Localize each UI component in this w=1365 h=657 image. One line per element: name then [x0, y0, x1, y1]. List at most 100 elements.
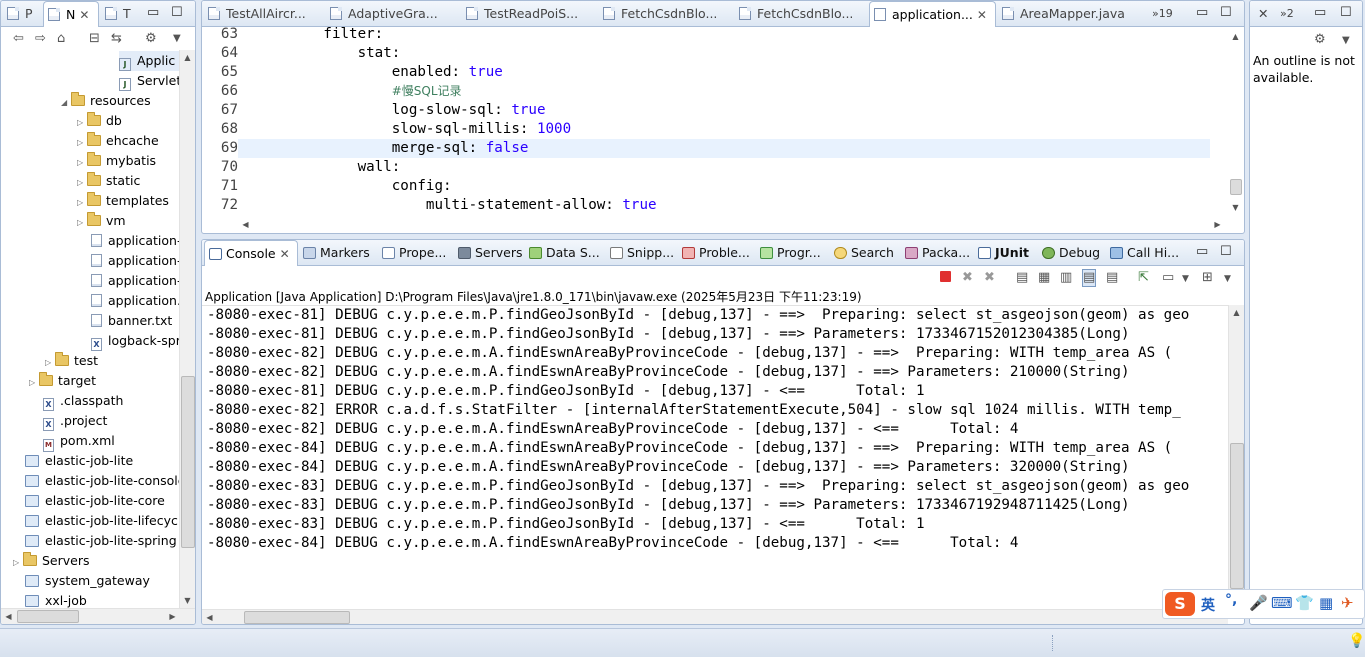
collapsed-arrow-icon[interactable]: ▷ [77, 213, 87, 233]
scroll-down-arrow-icon[interactable]: ▼ [180, 593, 195, 608]
tree-item-test[interactable]: ▷ test [45, 351, 98, 371]
tree-item-xxl-job[interactable]: xxl-job [25, 591, 87, 608]
show-on-output-icon[interactable]: ▤ [1082, 269, 1097, 287]
scroll-down-arrow-icon[interactable]: ▼ [1228, 200, 1243, 215]
close-icon[interactable]: ✕ [1254, 1, 1272, 27]
sogou-logo-icon[interactable]: S [1165, 592, 1195, 616]
chevron-down-icon[interactable]: ▼ [1182, 271, 1189, 287]
tree-item-logback-spring[interactable]: Xlogback-spr [91, 331, 179, 351]
tab-editor-adaptivegra[interactable]: AdaptiveGra... [326, 1, 442, 27]
tree-item-static[interactable]: ▷ static [77, 171, 140, 191]
word-wrap-icon[interactable]: ▥ [1060, 270, 1072, 286]
minimize-button[interactable]: ▭ [1196, 5, 1208, 21]
ime-punctuation-toggle[interactable]: °, [1225, 592, 1237, 608]
tab-problems[interactable]: Proble... [682, 240, 750, 266]
tree-item-resources[interactable]: ◢ resources [61, 91, 151, 111]
collapsed-arrow-icon[interactable]: ▷ [13, 553, 23, 573]
tree-item-system-gateway[interactable]: system_gateway [25, 571, 150, 591]
collapsed-arrow-icon[interactable]: ▷ [77, 133, 87, 153]
tree-item-servers[interactable]: ▷ Servers [13, 551, 90, 571]
tab-editor-application-yml[interactable]: application... ✕ [869, 1, 996, 27]
tree-item-target[interactable]: ▷ target [29, 371, 96, 391]
maximize-button[interactable]: ☐ [1220, 5, 1232, 21]
tab-editor-testallaircr[interactable]: TestAllAircr... [204, 1, 324, 27]
chevron-down-icon[interactable]: ▼ [1342, 33, 1350, 49]
scroll-up-arrow-icon[interactable]: ▲ [180, 50, 195, 65]
scroll-up-arrow-icon[interactable]: ▲ [1229, 305, 1244, 320]
scroll-right-arrow-icon[interactable]: ▶ [165, 609, 180, 624]
forward-arrow-icon[interactable]: ⇨ [35, 31, 46, 47]
tab-markers[interactable]: Markers [303, 240, 370, 266]
link-editor-icon[interactable]: ⇆ [111, 31, 122, 47]
tab-editor-fetchcsdnblo-2[interactable]: FetchCsdnBlo... [735, 1, 855, 27]
remove-all-icon[interactable]: ✖ [984, 270, 995, 286]
tab-overflow[interactable]: »19 [1148, 1, 1174, 27]
scroll-lock-icon[interactable]: ▦ [1038, 270, 1050, 286]
tree-item-db[interactable]: ▷ db [77, 111, 122, 131]
tree-item-servlet-java[interactable]: J Servlet [119, 71, 179, 91]
scroll-right-arrow-icon[interactable]: ▶ [1210, 217, 1225, 232]
tab-call-hierarchy[interactable]: Call Hi... [1110, 240, 1179, 266]
tab-editor-fetchcsdnblo-1[interactable]: FetchCsdnBlo... [599, 1, 719, 27]
scrollbar-thumb[interactable] [1230, 179, 1242, 195]
collapsed-arrow-icon[interactable]: ▷ [45, 353, 55, 373]
editor-horizontal-scrollbar[interactable]: ◀ ▶ [238, 217, 1228, 233]
back-arrow-icon[interactable]: ⇦ [13, 31, 24, 47]
tree-item-application-yml-1[interactable]: application- [91, 231, 179, 251]
scrollbar-thumb[interactable] [1230, 443, 1244, 589]
minimize-button[interactable]: ▭ [147, 5, 159, 21]
code-area[interactable]: 63 filter: 64 stat: 65 enabled: true 66 … [202, 27, 1228, 215]
tree-item-elastic-job-lite-spring[interactable]: elastic-job-lite-spring [25, 531, 177, 551]
show-on-error-icon[interactable]: ▤ [1106, 270, 1118, 286]
tree-item-elastic-job-lite-core[interactable]: elastic-job-lite-core [25, 491, 165, 511]
explorer-vertical-scrollbar[interactable]: ▲ ▼ [179, 50, 195, 608]
scrollbar-thumb[interactable] [17, 610, 79, 623]
maximize-button[interactable]: ☐ [1340, 5, 1352, 21]
ime-language-toggle[interactable]: 英 [1201, 595, 1215, 615]
close-icon[interactable]: ✕ [977, 8, 987, 22]
tab-package[interactable]: Packa... [905, 240, 970, 266]
tree-item-application-yml[interactable]: application. [91, 291, 179, 311]
chevron-down-icon[interactable]: ▼ [1224, 271, 1231, 287]
tab-progress[interactable]: Progr... [760, 240, 821, 266]
microphone-icon[interactable]: 🎤 [1249, 594, 1268, 612]
chevron-down-icon[interactable]: ▼ [173, 31, 181, 47]
explorer-horizontal-scrollbar[interactable]: ◀ ▶ [1, 608, 195, 624]
collapsed-arrow-icon[interactable]: ▷ [77, 193, 87, 213]
scroll-up-arrow-icon[interactable]: ▲ [1228, 29, 1243, 44]
tree-item-banner-txt[interactable]: banner.txt [91, 311, 172, 331]
tab-debug[interactable]: Debug [1042, 240, 1100, 266]
view-menu-icon[interactable]: ⚙ [1314, 32, 1326, 48]
tab-servers[interactable]: Servers [458, 240, 523, 266]
tree-item-mybatis[interactable]: ▷ mybatis [77, 151, 156, 171]
tree-item-elastic-job-lite-console[interactable]: elastic-job-lite-console [25, 471, 179, 491]
tab-console[interactable]: Console ✕ [204, 240, 298, 266]
tree-item-elastic-job-lite-lifecycle[interactable]: elastic-job-lite-lifecycle [25, 511, 179, 531]
clear-console-icon[interactable]: ▤ [1016, 270, 1028, 286]
console-output[interactable]: -8080-exec-81] DEBUG c.y.p.e.e.m.P.findG… [202, 305, 1228, 609]
console-horizontal-scrollbar[interactable]: ◀ [202, 609, 1228, 624]
open-console-icon[interactable]: ⊞ [1202, 270, 1213, 286]
tab-properties[interactable]: Prope... [382, 240, 446, 266]
pin-console-icon[interactable]: ⇱ [1138, 270, 1149, 286]
tab-editor-testreadpois[interactable]: TestReadPoiS... [462, 1, 582, 27]
tree-item-application-yml-3[interactable]: application- [91, 271, 179, 291]
tab-data-source[interactable]: Data S... [529, 240, 600, 266]
tree-item-project[interactable]: X .project [43, 411, 107, 431]
view-menu-icon[interactable]: ⚙ [145, 31, 157, 47]
tab-overflow[interactable]: »2 [1276, 1, 1302, 27]
tab-snippets[interactable]: Snipp... [610, 240, 674, 266]
tab-navigator[interactable]: N ✕ [43, 1, 99, 27]
collapsed-arrow-icon[interactable]: ▷ [77, 153, 87, 173]
tab-junit[interactable]: JUnit [978, 240, 1029, 266]
expanded-arrow-icon[interactable]: ◢ [61, 93, 71, 113]
collapsed-arrow-icon[interactable]: ▷ [77, 113, 87, 133]
scroll-left-arrow-icon[interactable]: ◀ [202, 610, 217, 624]
tree-item-templates[interactable]: ▷ templates [77, 191, 169, 211]
remove-launch-icon[interactable]: ✖ [962, 270, 973, 286]
maximize-button[interactable]: ☐ [1220, 244, 1232, 260]
scrollbar-thumb[interactable] [181, 376, 195, 548]
tree-item-elastic-job-lite[interactable]: elastic-job-lite [25, 451, 133, 471]
close-icon[interactable]: ✕ [280, 247, 290, 261]
editor-vertical-scrollbar[interactable]: ▲ ▼ [1228, 27, 1244, 217]
